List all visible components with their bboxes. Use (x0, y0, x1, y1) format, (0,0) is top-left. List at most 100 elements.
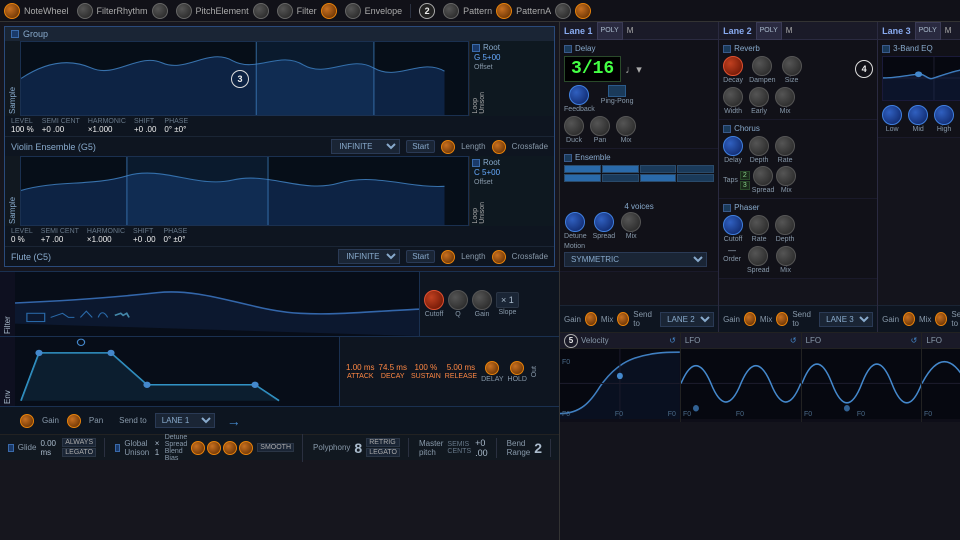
retrig-label[interactable]: RETRIG (366, 438, 400, 447)
chorus-depth-knob[interactable] (749, 136, 769, 156)
pan-knob[interactable] (67, 414, 81, 428)
lane2-poly-btn[interactable]: POLY (756, 22, 782, 40)
delay-env-knob[interactable] (485, 361, 499, 375)
eq-checkbox[interactable] (882, 45, 890, 53)
sample1-waveform[interactable]: 3 (20, 41, 469, 116)
sample2-mode-select[interactable]: INFINITE (338, 249, 400, 264)
phaser-spread-knob[interactable] (748, 246, 768, 266)
lane3-m-btn[interactable]: M (945, 26, 952, 35)
lane1-gain-knob[interactable] (585, 312, 597, 326)
group-checkbox[interactable] (11, 30, 19, 38)
sample1-crossfade-knob[interactable] (492, 140, 506, 154)
filter-knob2[interactable] (321, 3, 337, 19)
lane2-sendto-select[interactable]: LANE 3 (819, 312, 873, 327)
chorus-checkbox[interactable] (723, 125, 731, 133)
hold-env-knob[interactable] (510, 361, 524, 375)
lane2-gain-knob[interactable] (744, 312, 756, 326)
sendto-select[interactable]: LANE 1LANE 2LANE 3MASTER (155, 413, 215, 428)
sample2-start-btn[interactable]: Start (406, 250, 435, 263)
unison-mode[interactable]: SMOOTH (257, 443, 294, 452)
pattern-knob2[interactable] (496, 3, 512, 19)
glide-legato[interactable]: LEGATO (62, 448, 96, 457)
lane3-gain-knob[interactable] (903, 312, 915, 326)
ensemble-spread-knob[interactable] (594, 212, 614, 232)
reverb-decay-knob[interactable] (723, 56, 743, 76)
unison-bias-knob[interactable] (239, 441, 253, 455)
delay-pingpong-btn[interactable] (608, 85, 626, 97)
reverb-checkbox[interactable] (723, 45, 731, 53)
sample1-length-knob[interactable] (441, 140, 455, 154)
poly-legato[interactable]: LEGATO (366, 448, 400, 457)
delay-mix-knob[interactable] (616, 116, 636, 136)
sample1-start-btn[interactable]: Start (406, 140, 435, 153)
delay-checkbox[interactable] (564, 45, 572, 53)
chorus-mix-knob[interactable] (776, 166, 796, 186)
filter-cutoff-knob[interactable] (424, 290, 444, 310)
reverb-dampen-knob[interactable] (752, 56, 772, 76)
sample2-crossfade-knob[interactable] (492, 250, 506, 264)
phaser-rate-knob[interactable] (749, 215, 769, 235)
chorus-spread-knob[interactable] (753, 166, 773, 186)
lane1-sendto-select[interactable]: LANE 2 (660, 312, 714, 327)
lane3-poly-btn[interactable]: POLY (915, 22, 941, 40)
sample1-root-checkbox[interactable] (472, 44, 480, 52)
glide-mode[interactable]: ALWAYS (62, 438, 96, 447)
filter-graph[interactable] (15, 272, 419, 336)
filter-slope-val[interactable]: × 1 (496, 292, 519, 308)
reverb-early-knob[interactable] (749, 87, 769, 107)
reverb-width-knob[interactable] (723, 87, 743, 107)
phaser-checkbox[interactable] (723, 204, 731, 212)
unison-spread-knob[interactable] (207, 441, 221, 455)
gain-knob[interactable] (20, 414, 34, 428)
filterrhythm-knob[interactable] (77, 3, 93, 19)
delay-pan-knob[interactable] (590, 116, 610, 136)
phaser-cutoff-knob[interactable] (723, 215, 743, 235)
lane1-m-btn[interactable]: M (627, 26, 634, 35)
notewheel-knob[interactable] (4, 3, 20, 19)
patterna-knob[interactable] (555, 3, 571, 19)
phaser-depth-knob[interactable] (775, 215, 795, 235)
globalunison-checkbox[interactable] (115, 444, 120, 452)
ensemble-detune-knob[interactable] (565, 212, 585, 232)
motion-select[interactable]: SYMMETRIC (564, 252, 707, 267)
eq-high-knob[interactable] (934, 105, 954, 125)
delay-feedback-knob[interactable] (569, 85, 589, 105)
lane1-poly-btn[interactable]: POLY (597, 22, 623, 40)
sample2-length-knob[interactable] (441, 250, 455, 264)
chorus-delay-knob[interactable] (723, 136, 743, 156)
pitchelement-knob[interactable] (176, 3, 192, 19)
sample2-waveform[interactable] (20, 156, 469, 226)
sample1-mode-select[interactable]: INFINITEFORWARDBACK (331, 139, 400, 154)
lane2-m-btn[interactable]: M (786, 26, 793, 35)
filterrhythm-knob2[interactable] (152, 3, 168, 19)
ensemble-checkbox[interactable] (564, 154, 572, 162)
velocity-reset-icon[interactable]: ↺ (669, 336, 676, 345)
lfo2-reset-icon[interactable]: ↺ (790, 336, 797, 345)
chorus-taps-val2[interactable]: 3 (740, 181, 750, 190)
unison-detune-knob[interactable] (191, 441, 205, 455)
filter-knob[interactable] (277, 3, 293, 19)
glide-checkbox[interactable] (8, 444, 14, 452)
patterna-knob2[interactable] (575, 3, 591, 19)
envelope-knob[interactable] (345, 3, 361, 19)
reverb-mix-knob[interactable] (775, 87, 795, 107)
lane3-mix-knob[interactable] (935, 312, 947, 326)
pitchelement-knob2[interactable] (253, 3, 269, 19)
eq-mid-knob[interactable] (908, 105, 928, 125)
lane1-mix-knob[interactable] (617, 312, 629, 326)
reverb-size-knob[interactable] (782, 56, 802, 76)
chorus-taps-val1[interactable]: 2 (740, 171, 750, 180)
phaser-mix-knob[interactable] (776, 246, 796, 266)
pattern-knob[interactable] (443, 3, 459, 19)
sample2-root-checkbox[interactable] (472, 159, 480, 167)
filter-gain-knob[interactable] (472, 290, 492, 310)
ensemble-mix-knob[interactable] (621, 212, 641, 232)
lfo3-reset-icon[interactable]: ↺ (911, 336, 918, 345)
unison-blend-knob[interactable] (223, 441, 237, 455)
delay-duck-knob[interactable] (564, 116, 584, 136)
eq-low-knob[interactable] (882, 105, 902, 125)
filter-q-knob[interactable] (448, 290, 468, 310)
chorus-rate-knob[interactable] (775, 136, 795, 156)
env-graph[interactable] (15, 337, 339, 406)
lane2-mix-knob[interactable] (776, 312, 788, 326)
